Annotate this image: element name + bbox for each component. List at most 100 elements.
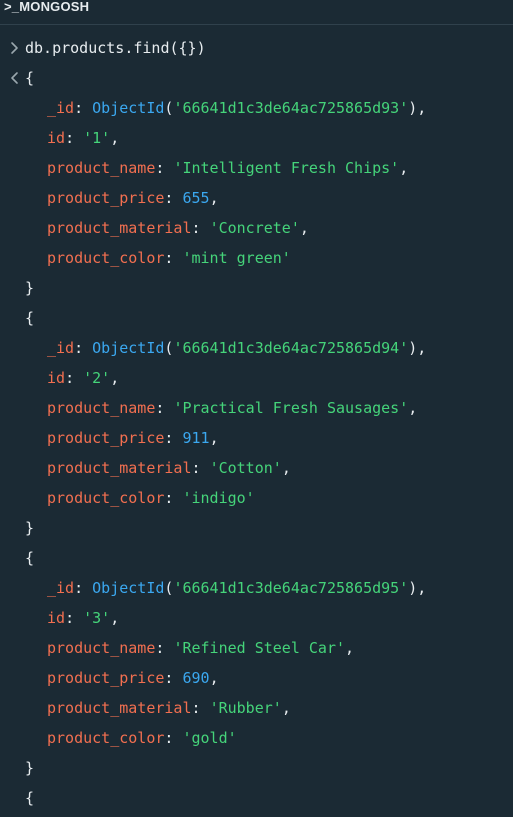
paren-close: ) (408, 339, 418, 357)
code-text: _id: ObjectId('66641d1c3de64ac725865d93'… (47, 93, 426, 123)
colon: : (191, 699, 210, 717)
colon: : (74, 339, 93, 357)
code-text: _id: ObjectId('66641d1c3de64ac725865d95'… (47, 573, 426, 603)
open-brace: { (25, 69, 35, 87)
code-text: { (25, 783, 34, 813)
code-text: product_color: 'indigo' (47, 483, 255, 513)
command-text: db.products.find({}) (25, 39, 206, 57)
field-key: product_color (47, 729, 165, 747)
document-field: product_price: 690, (0, 663, 513, 693)
document-field: id: '1', (0, 123, 513, 153)
code-text: product_price: 655, (47, 183, 219, 213)
colon: : (164, 429, 183, 447)
document-field: product_color: 'indigo' (0, 483, 513, 513)
code-text: db.products.find({}) (25, 33, 206, 63)
colon: : (164, 189, 183, 207)
paren-close: ) (408, 99, 418, 117)
colon: : (191, 459, 210, 477)
code-text: product_material: 'Cotton', (47, 453, 291, 483)
code-text: product_price: 911, (47, 423, 219, 453)
field-key: id (47, 129, 66, 147)
colon: : (164, 489, 183, 507)
field-value: 'Practical Fresh Sausages' (173, 399, 409, 417)
field-key: product_price (47, 429, 165, 447)
code-text: _id: ObjectId('66641d1c3de64ac725865d94'… (47, 333, 426, 363)
field-value: 'indigo' (182, 489, 255, 507)
code-text: product_color: 'mint green' (47, 243, 291, 273)
shell-output[interactable]: db.products.find({}) { _id: ObjectId('6664… (0, 25, 513, 813)
document-field: product_price: 911, (0, 423, 513, 453)
colon: : (155, 399, 174, 417)
code-text: id: '2', (47, 363, 119, 393)
field-key: product_name (47, 159, 156, 177)
field-key: _id (47, 99, 75, 117)
field-key: product_price (47, 669, 165, 687)
comma: , (417, 579, 427, 597)
field-key: product_material (47, 219, 192, 237)
document-open: { (0, 63, 513, 93)
comma: , (110, 129, 120, 147)
code-text: product_name: 'Refined Steel Car', (47, 633, 354, 663)
shell-title: >_MONGOSH (4, 0, 90, 14)
comma: , (345, 639, 355, 657)
document-open: { (0, 543, 513, 573)
field-value: '66641d1c3de64ac725865d95' (173, 579, 409, 597)
document-field: product_name: 'Intelligent Fresh Chips', (0, 153, 513, 183)
document-field: _id: ObjectId('66641d1c3de64ac725865d94'… (0, 333, 513, 363)
open-brace: { (25, 309, 35, 327)
comma: , (417, 339, 427, 357)
document-field: product_material: 'Rubber', (0, 693, 513, 723)
document-field: product_price: 655, (0, 183, 513, 213)
colon: : (155, 639, 174, 657)
colon: : (155, 159, 174, 177)
field-value: 'Concrete' (209, 219, 300, 237)
field-value: 911 (182, 429, 210, 447)
comma: , (417, 99, 427, 117)
comma: , (281, 699, 291, 717)
field-value: 'Rubber' (209, 699, 282, 717)
field-key: _id (47, 339, 75, 357)
field-key: id (47, 369, 66, 387)
colon: : (74, 579, 93, 597)
code-text: { (25, 303, 34, 333)
comma: , (110, 369, 120, 387)
field-key: product_color (47, 489, 165, 507)
objectid-label: ObjectId (92, 579, 165, 597)
field-value: 'Refined Steel Car' (173, 639, 346, 657)
colon: : (65, 129, 84, 147)
comma: , (299, 219, 309, 237)
code-text: } (25, 513, 34, 543)
code-text: { (25, 63, 34, 93)
comma: , (209, 189, 219, 207)
colon: : (74, 99, 93, 117)
comma: , (209, 429, 219, 447)
colon: : (164, 729, 183, 747)
code-text: product_material: 'Rubber', (47, 693, 291, 723)
document-field: _id: ObjectId('66641d1c3de64ac725865d95'… (0, 573, 513, 603)
code-text: id: '1', (47, 123, 119, 153)
open-brace: { (25, 549, 35, 567)
field-key: product_price (47, 189, 165, 207)
code-text: } (25, 753, 34, 783)
comma: , (110, 609, 120, 627)
field-key: product_material (47, 699, 192, 717)
field-key: product_name (47, 399, 156, 417)
field-value: 655 (182, 189, 210, 207)
code-text: product_color: 'gold' (47, 723, 237, 753)
code-text: product_price: 690, (47, 663, 219, 693)
comma: , (209, 669, 219, 687)
field-value: '2' (83, 369, 111, 387)
field-value: '1' (83, 129, 111, 147)
document-open: { (0, 783, 513, 813)
field-value: 'Cotton' (209, 459, 282, 477)
objectid-label: ObjectId (92, 339, 165, 357)
field-key: product_material (47, 459, 192, 477)
colon: : (191, 219, 210, 237)
document-field: product_color: 'gold' (0, 723, 513, 753)
field-key: product_color (47, 249, 165, 267)
close-brace: } (25, 279, 35, 297)
close-brace: } (25, 519, 35, 537)
document-close: } (0, 753, 513, 783)
document-field: product_name: 'Practical Fresh Sausages'… (0, 393, 513, 423)
document-field: product_name: 'Refined Steel Car', (0, 633, 513, 663)
